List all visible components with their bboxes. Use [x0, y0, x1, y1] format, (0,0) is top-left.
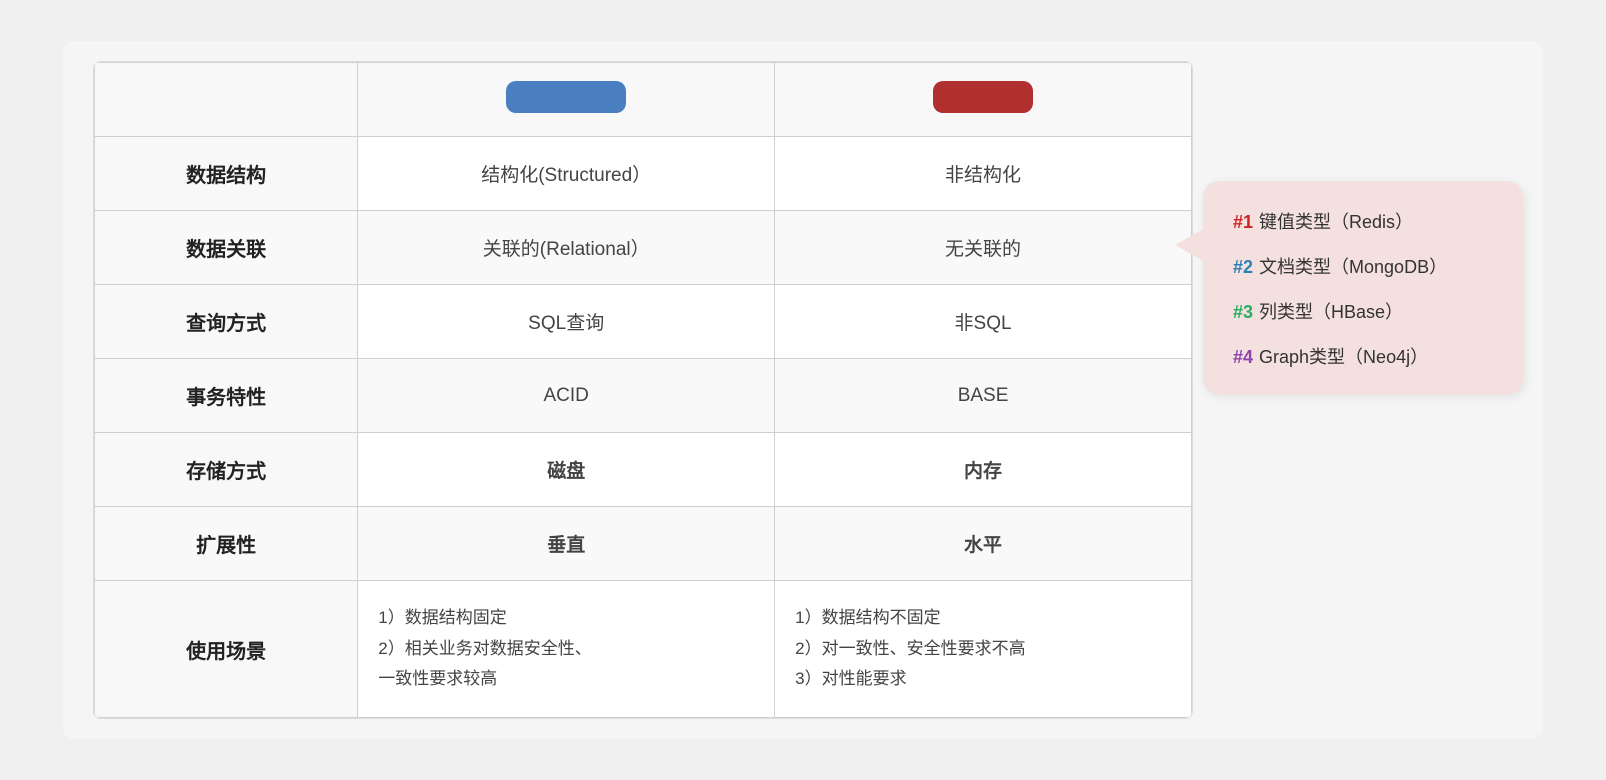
table-row: 事务特性ACIDBASE [95, 359, 1192, 433]
nosql-types-callout: #1 键值类型（Redis）#2 文档类型（MongoDB）#3 列类型（HBa… [1203, 181, 1523, 395]
table-row: 扩展性垂直水平 [95, 507, 1192, 581]
callout-text: 键值类型（Redis） [1259, 209, 1413, 236]
row-nosql-value: 内存 [775, 433, 1192, 507]
callout-number: #3 [1233, 299, 1253, 326]
callout-item: #3 列类型（HBase） [1233, 299, 1493, 326]
row-label: 存储方式 [95, 433, 358, 507]
row-nosql-value: 水平 [775, 507, 1192, 581]
row-label: 数据结构 [95, 137, 358, 211]
usage-label: 使用场景 [95, 581, 358, 718]
row-sql-value: SQL查询 [358, 285, 775, 359]
row-label: 扩展性 [95, 507, 358, 581]
row-nosql-value: BASE [775, 359, 1192, 433]
page-wrapper: 数据结构结构化(Structured）非结构化数据关联关联的(Relationa… [63, 41, 1543, 739]
row-sql-value: 垂直 [358, 507, 775, 581]
callout-item: #1 键值类型（Redis） [1233, 209, 1493, 236]
comparison-table: 数据结构结构化(Structured）非结构化数据关联关联的(Relationa… [94, 62, 1192, 718]
table-row: 查询方式SQL查询非SQL [95, 285, 1192, 359]
table-row-usage: 使用场景1）数据结构固定2）相关业务对数据安全性、一致性要求较高1）数据结构不固… [95, 581, 1192, 718]
callout-number: #2 [1233, 254, 1253, 281]
row-sql-value: 磁盘 [358, 433, 775, 507]
row-nosql-value: 非SQL [775, 285, 1192, 359]
usage-nosql: 1）数据结构不固定2）对一致性、安全性要求不高3）对性能要求 [775, 581, 1192, 718]
callout-text: 列类型（HBase） [1259, 299, 1403, 326]
header-empty [95, 63, 358, 137]
usage-sql: 1）数据结构固定2）相关业务对数据安全性、一致性要求较高 [358, 581, 775, 718]
sql-badge [506, 81, 626, 113]
header-nosql [775, 63, 1192, 137]
comparison-table-container: 数据结构结构化(Structured）非结构化数据关联关联的(Relationa… [93, 61, 1193, 719]
row-label: 事务特性 [95, 359, 358, 433]
row-label: 查询方式 [95, 285, 358, 359]
nosql-badge [933, 81, 1033, 113]
table-row: 存储方式磁盘内存 [95, 433, 1192, 507]
callout-text: Graph类型（Neo4j） [1259, 344, 1428, 371]
row-sql-value: 关联的(Relational） [358, 211, 775, 285]
callout-text: 文档类型（MongoDB） [1259, 254, 1447, 281]
callout-number: #1 [1233, 209, 1253, 236]
table-row: 数据关联关联的(Relational）无关联的 [95, 211, 1192, 285]
callout-item: #2 文档类型（MongoDB） [1233, 254, 1493, 281]
table-body: 数据结构结构化(Structured）非结构化数据关联关联的(Relationa… [95, 137, 1192, 718]
callout-number: #4 [1233, 344, 1253, 371]
header-sql [358, 63, 775, 137]
row-label: 数据关联 [95, 211, 358, 285]
table-header-row [95, 63, 1192, 137]
callout-item: #4 Graph类型（Neo4j） [1233, 344, 1493, 371]
row-nosql-value: 非结构化 [775, 137, 1192, 211]
row-sql-value: ACID [358, 359, 775, 433]
table-row: 数据结构结构化(Structured）非结构化 [95, 137, 1192, 211]
row-nosql-value: 无关联的 [775, 211, 1192, 285]
row-sql-value: 结构化(Structured） [358, 137, 775, 211]
